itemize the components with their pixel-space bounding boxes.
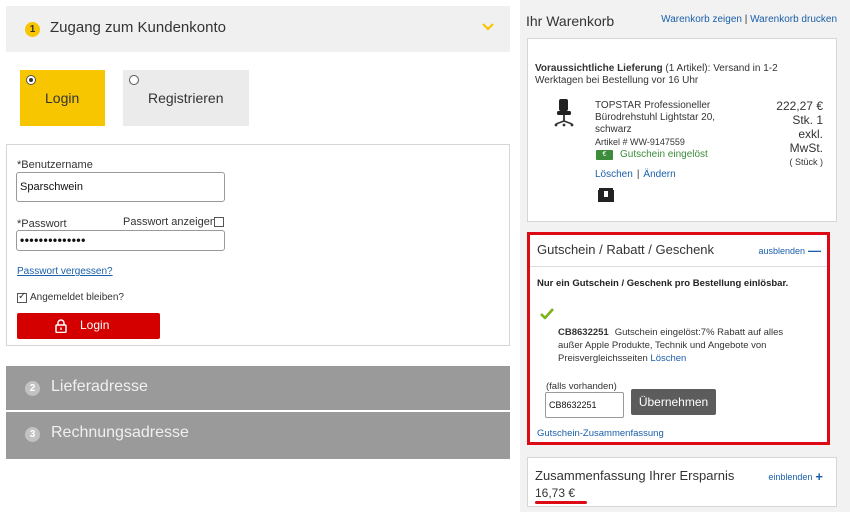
savings-expand-toggle[interactable]: einblenden + — [768, 469, 823, 484]
product-article-number: Artikel # WW-9147559 — [595, 137, 685, 147]
login-form: *Benutzername Sparschwein *Passwort Pass… — [6, 144, 510, 346]
remove-voucher-link[interactable]: Löschen — [650, 353, 686, 364]
forgot-password-link[interactable]: Passwort vergessen? — [17, 266, 113, 277]
show-password-label: Passwort anzeigen — [123, 216, 216, 228]
chevron-down-icon[interactable] — [480, 18, 496, 34]
package-icon — [598, 188, 614, 202]
login-button[interactable]: Login — [17, 313, 160, 339]
show-cart-link[interactable]: Warenkorb zeigen — [661, 14, 742, 25]
action-separator: | — [636, 169, 640, 180]
cart-column: Ihr Warenkorb Warenkorb zeigen | Warenko… — [520, 0, 850, 512]
minus-icon: — — [808, 243, 821, 258]
stay-logged-in-checkbox[interactable] — [17, 291, 27, 303]
change-item-link[interactable]: Ändern — [643, 169, 675, 180]
step-title: Zugang zum Kundenkonto — [50, 19, 226, 36]
voucher-summary-link[interactable]: Gutschein-Zusammenfassung — [537, 428, 664, 439]
voucher-badge-icon: € — [596, 150, 613, 160]
voucher-panel-header: Gutschein / Rabatt / Geschenk ausblenden… — [530, 235, 827, 267]
product-price-block: 222,27 € Stk. 1 exkl. MwSt. ( Stück ) — [753, 99, 823, 169]
stay-logged-in-label: Angemeldet bleiben? — [30, 292, 124, 303]
login-option[interactable]: Login — [20, 70, 105, 126]
login-radio[interactable] — [26, 75, 36, 85]
register-option[interactable]: Registrieren — [123, 70, 249, 126]
highlight-underline — [535, 501, 587, 504]
applied-voucher-code: CB8632251 — [558, 327, 609, 338]
applied-voucher-details: CB8632251 Gutschein eingelöst:7% Rabatt a… — [558, 326, 798, 365]
office-chair-image — [554, 99, 574, 127]
expand-label: einblenden — [768, 472, 813, 482]
voucher-collapse-toggle[interactable]: ausblenden — — [758, 243, 821, 258]
product-name[interactable]: TOPSTAR Professioneller Bürodrehstuhl Li… — [595, 100, 735, 136]
plus-icon: + — [815, 469, 823, 484]
product-actions: Löschen | Ändern — [595, 169, 676, 180]
show-password-checkbox[interactable] — [214, 217, 224, 227]
step-billing-address[interactable]: 3 Rechnungsadresse — [6, 412, 510, 459]
step-title: Lieferadresse — [51, 378, 148, 395]
cart-links: Warenkorb zeigen | Warenkorb drucken — [661, 14, 837, 25]
link-separator: | — [744, 14, 748, 25]
savings-amount: 16,73 € — [535, 486, 576, 500]
collapse-label: ausblenden — [758, 246, 805, 256]
step-number-badge: 3 — [25, 427, 40, 442]
delivery-info-heading: Voraussichtliche Lieferung — [535, 63, 663, 74]
savings-title: Zusammenfassung Ihrer Ersparnis — [535, 468, 735, 483]
voucher-applied-text: Gutschein eingelöst — [620, 149, 708, 160]
tax-note-2: MwSt. — [789, 141, 823, 155]
password-input[interactable]: •••••••••••••• — [16, 230, 225, 251]
cart-summary-box: Voraussichtliche Lieferung (1 Artikel): … — [527, 38, 837, 222]
apply-voucher-button[interactable]: Übernehmen — [631, 389, 716, 415]
step-number-badge: 1 — [25, 22, 40, 37]
price-unit: ( Stück ) — [789, 157, 823, 167]
step-title: Rechnungsadresse — [51, 424, 189, 441]
login-option-label: Login — [45, 90, 80, 106]
cart-title: Ihr Warenkorb — [526, 13, 615, 29]
checkout-column: 1 Zugang zum Kundenkonto Login Registrie… — [0, 0, 515, 512]
lock-icon — [55, 319, 67, 333]
step-delivery-address[interactable]: 2 Lieferadresse — [6, 366, 510, 410]
delete-item-link[interactable]: Löschen — [595, 169, 633, 180]
checkmark-icon — [540, 308, 554, 320]
register-option-label: Registrieren — [148, 90, 224, 106]
voucher-limit-note: Nur ein Gutschein / Geschenk pro Bestell… — [537, 278, 789, 289]
login-button-label: Login — [80, 318, 110, 332]
password-label: *Passwort — [17, 218, 67, 230]
step-number-badge: 2 — [25, 381, 40, 396]
product-price: 222,27 € — [776, 99, 823, 113]
voucher-input-label: (falls vorhanden) — [546, 381, 617, 392]
voucher-panel-title: Gutschein / Rabatt / Geschenk — [537, 242, 715, 257]
tax-note: exkl. — [798, 127, 823, 141]
username-label: *Benutzername — [17, 159, 93, 171]
delivery-info: Voraussichtliche Lieferung (1 Artikel): … — [535, 63, 825, 87]
voucher-panel: Gutschein / Rabatt / Geschenk ausblenden… — [527, 232, 830, 445]
print-cart-link[interactable]: Warenkorb drucken — [750, 14, 837, 25]
voucher-code-input[interactable]: CB8632251 — [545, 392, 624, 418]
step-account-header[interactable]: 1 Zugang zum Kundenkonto — [6, 6, 510, 52]
savings-summary: Zusammenfassung Ihrer Ersparnis einblend… — [527, 457, 837, 507]
register-radio[interactable] — [129, 75, 139, 85]
username-input[interactable]: Sparschwein — [16, 172, 225, 202]
product-quantity: Stk. 1 — [792, 113, 823, 127]
